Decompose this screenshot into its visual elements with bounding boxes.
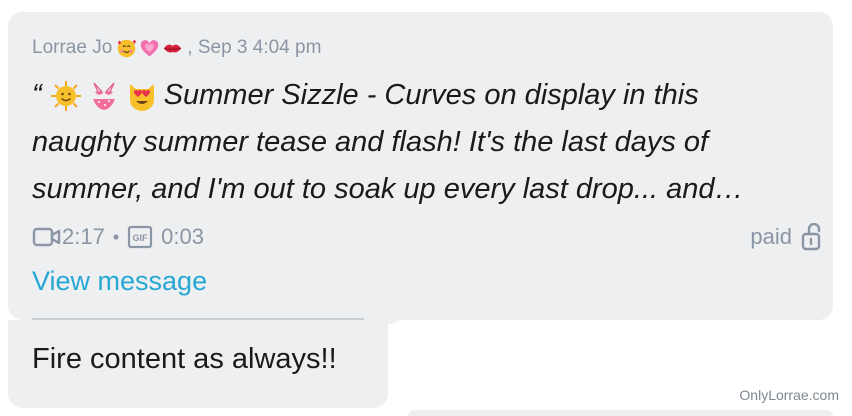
smiling-face-with-hearts-icon: [118, 39, 137, 57]
sender-name[interactable]: Lorrae Jo: [32, 37, 112, 59]
stat-separator: •: [112, 226, 120, 247]
message-preview[interactable]: “ Summer Sizzle - Curves on display in t…: [32, 72, 812, 213]
message-timestamp: , Sep 3 4:04 pm: [187, 37, 322, 58]
preview-line-3: summer, and I'm out to soak up every las…: [32, 166, 812, 213]
reply-text: Fire content as always!!: [32, 343, 337, 375]
preview-line-1: “ Summer Sizzle - Curves on display in t…: [32, 72, 812, 119]
paid-status: paid: [750, 222, 826, 252]
preview-line-2: naughty summer tease and flash! It's the…: [32, 119, 812, 166]
svg-text:GIF: GIF: [133, 233, 149, 243]
smiling-cat-heart-eyes-icon: [129, 83, 154, 111]
sun-with-face-icon: [50, 80, 81, 111]
bikini-icon: [92, 82, 115, 110]
sender-emojis: [116, 38, 183, 59]
video-camera-icon: [32, 227, 61, 247]
gif-duration: 0:03: [161, 224, 204, 249]
kiss-mark-icon: [164, 44, 182, 52]
preview-text-1: Summer Sizzle - Curves on display in thi…: [163, 79, 699, 111]
paid-label: paid: [750, 224, 792, 249]
watermark: OnlyLorrae.com: [739, 387, 839, 403]
gif-icon: GIF: [128, 225, 153, 249]
preview-text-2: naughty summer tease and flash! It's the…: [32, 126, 709, 158]
growing-heart-icon: [141, 39, 159, 56]
next-bubble-edge: [408, 410, 833, 416]
video-duration: 2:17: [62, 224, 105, 249]
reply-divider: [32, 318, 364, 320]
media-stats: 2:17 • GIF 0:03: [32, 222, 812, 252]
message-meta: Lorrae Jo , Sep 3 4:04 pm: [32, 36, 321, 60]
unlocked-icon: [801, 223, 821, 251]
preview-text-3: summer, and I'm out to soak up every las…: [32, 173, 744, 205]
quote-mark: “: [32, 79, 42, 111]
view-message-link[interactable]: View message: [32, 266, 207, 297]
